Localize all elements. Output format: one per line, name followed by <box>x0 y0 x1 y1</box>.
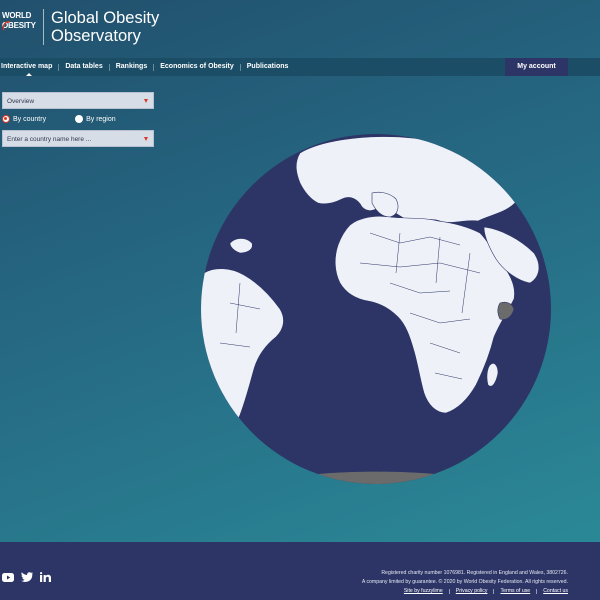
indicator-select-value: Overview <box>7 98 35 105</box>
landmass-antarctica[interactable] <box>279 471 461 485</box>
site-title[interactable]: Global Obesity Observatory <box>51 9 159 45</box>
country-search-placeholder: Enter a country name here ... <box>7 136 92 143</box>
nav-item-data-tables[interactable]: Data tables <box>59 58 108 76</box>
footer-copyright-text: A company limited by guarantee. © 2020 b… <box>361 579 568 585</box>
nav-item-interactive-map[interactable]: Interactive map <box>0 58 58 76</box>
active-caret-icon <box>26 73 33 76</box>
interactive-globe-map[interactable] <box>200 133 552 485</box>
nav-item-publications[interactable]: Publications <box>241 58 295 76</box>
nav-item-rankings[interactable]: Rankings <box>110 58 154 76</box>
footer-registration-text: Registered charity number 1076981. Regis… <box>381 570 568 576</box>
main-nav: Interactive map Data tables Rankings Eco… <box>0 58 600 76</box>
footer-separator <box>493 588 495 594</box>
dropdown-arrow-icon <box>144 99 148 103</box>
nav-item-label: Interactive map <box>1 63 53 70</box>
youtube-icon[interactable] <box>2 569 14 587</box>
footer-link-privacy-policy[interactable]: Privacy policy <box>456 588 488 594</box>
radio-label-by-country[interactable]: By country <box>13 116 46 123</box>
site-header: WORLD OBESITY Global Obesity Observatory <box>0 0 600 58</box>
nav-item-label: Publications <box>246 63 289 70</box>
my-account-button[interactable]: My account <box>505 58 568 76</box>
nav-item-label: Rankings <box>115 63 148 70</box>
radio-by-region[interactable] <box>75 115 84 123</box>
twitter-icon[interactable] <box>21 569 33 587</box>
logo-divider <box>43 9 44 45</box>
radio-label-by-region[interactable]: By region <box>86 116 116 123</box>
footer-separator <box>448 588 450 594</box>
logo-text-line1: WORLD <box>2 11 32 20</box>
nav-item-label: Data tables <box>65 63 103 70</box>
footer-separator <box>536 588 538 594</box>
radio-by-country[interactable] <box>2 115 10 123</box>
nav-item-economics-of-obesity[interactable]: Economics of Obesity <box>154 58 240 76</box>
footer-link-contact-us[interactable]: Contact us <box>543 588 568 594</box>
footer-links: Site by fuzzylime Privacy policy Terms o… <box>404 588 568 594</box>
country-search-select[interactable]: Enter a country name here ... <box>2 130 154 147</box>
nav-items: Interactive map Data tables Rankings Eco… <box>0 58 294 76</box>
footer-link-site-by[interactable]: Site by fuzzylime <box>404 588 443 594</box>
globe-svg[interactable] <box>200 133 552 485</box>
world-obesity-logo[interactable]: WORLD OBESITY <box>2 11 44 41</box>
linkedin-icon[interactable] <box>40 569 51 587</box>
logo-swoosh-icon <box>2 21 11 31</box>
footer-link-terms-of-use[interactable]: Terms of use <box>500 588 530 594</box>
site-footer: Registered charity number 1076981. Regis… <box>0 542 600 600</box>
nav-item-label: Economics of Obesity <box>160 63 234 70</box>
view-mode-radio-group: By country By region <box>2 113 145 125</box>
dropdown-arrow-icon <box>144 137 148 141</box>
social-links <box>2 569 58 587</box>
indicator-select[interactable]: Overview <box>2 92 154 109</box>
